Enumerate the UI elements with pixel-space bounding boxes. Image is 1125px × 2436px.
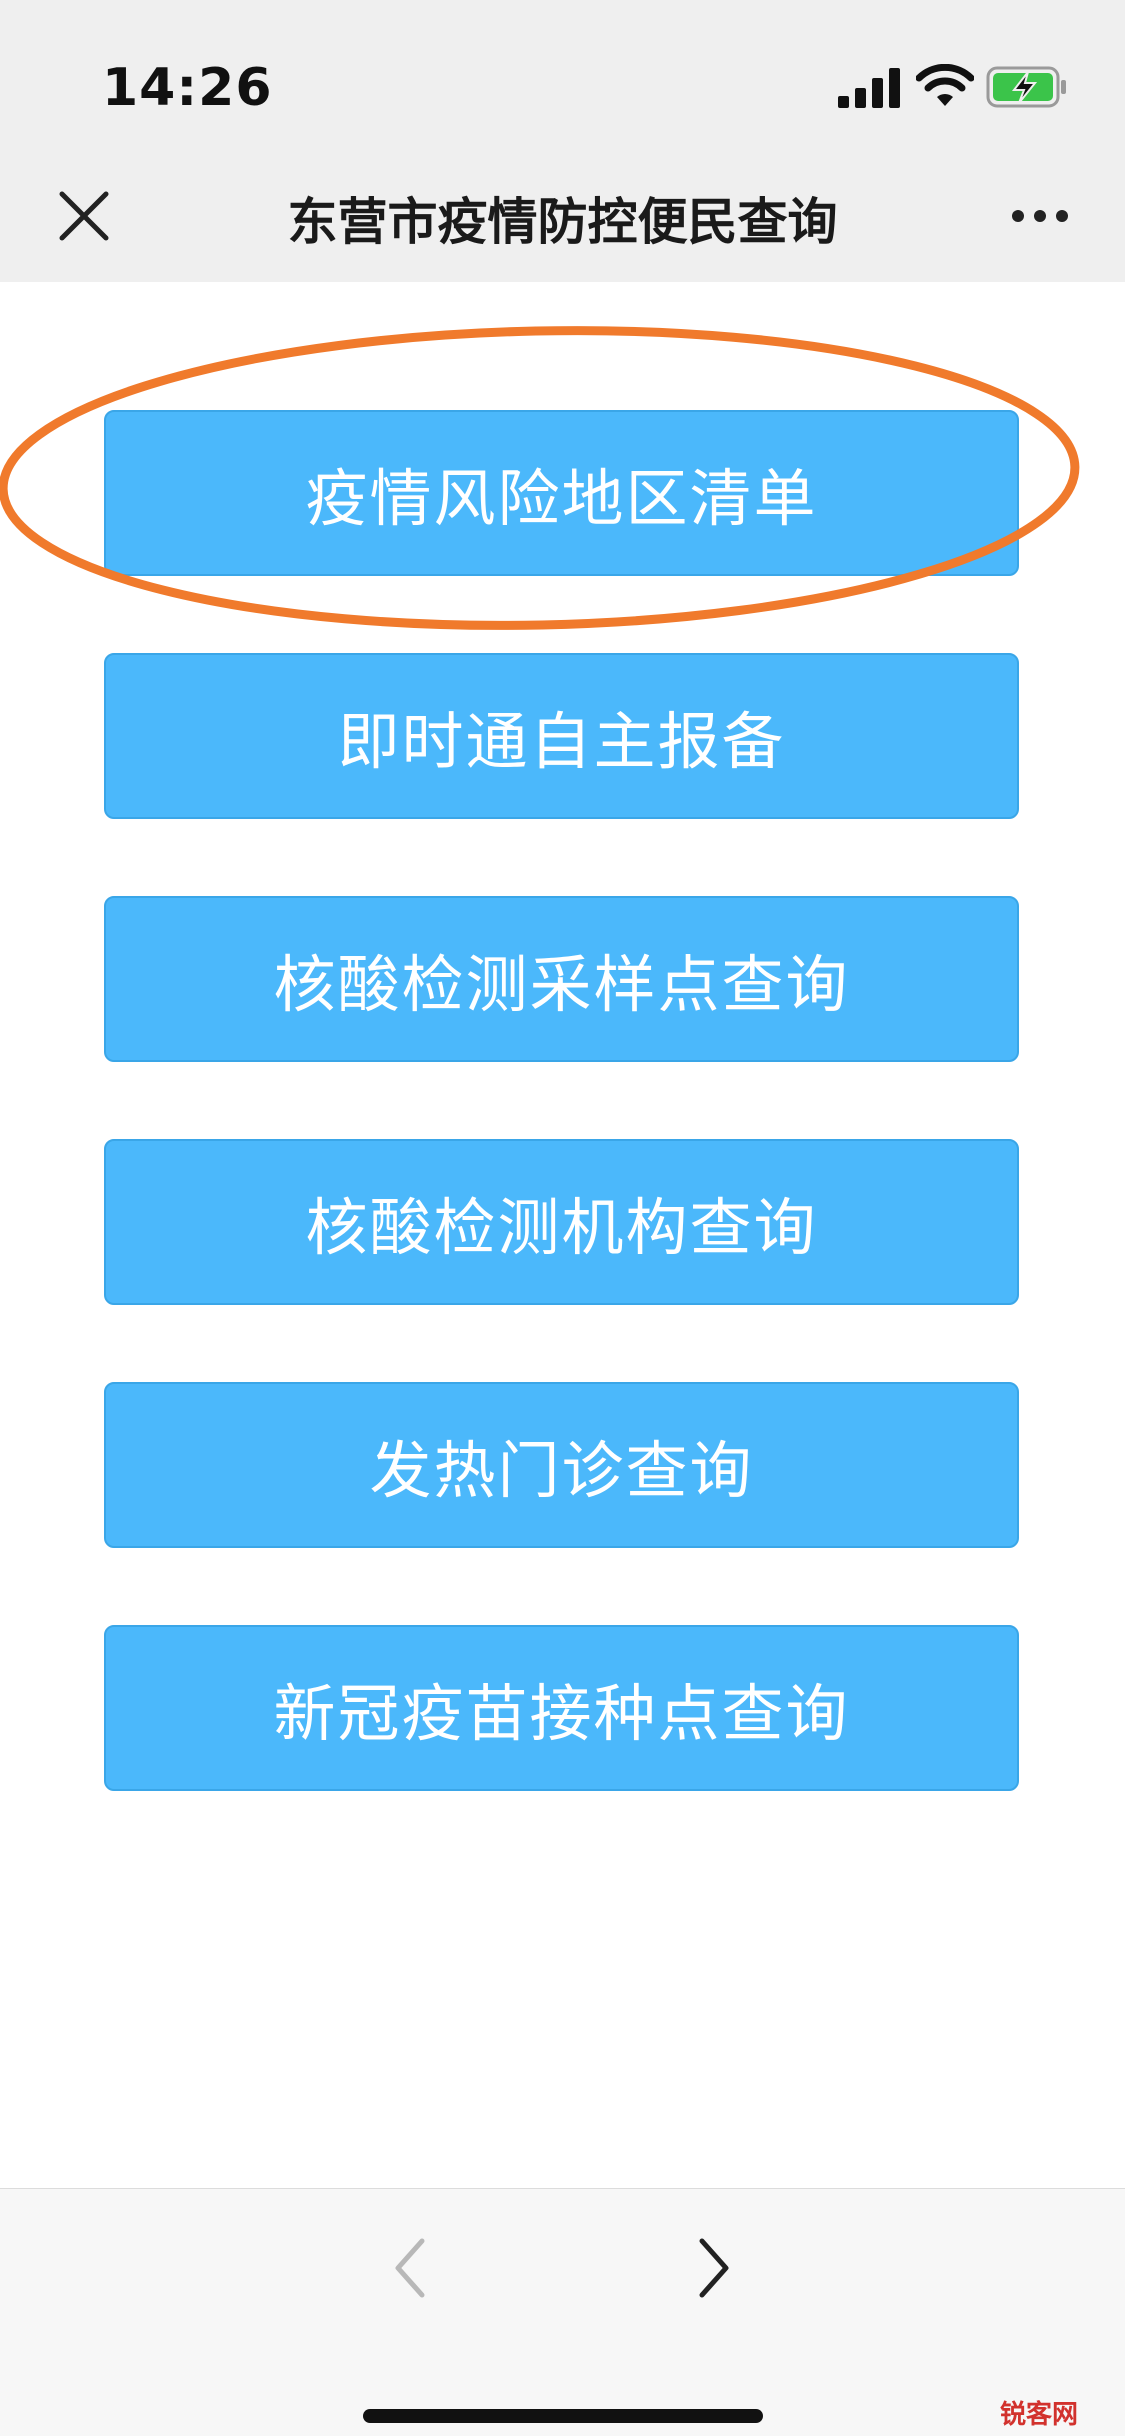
risk-area-list-button[interactable]: 疫情风险地区清单	[104, 410, 1019, 576]
bottom-toolbar	[0, 2188, 1125, 2436]
nucleic-acid-testing-institution-button[interactable]: 核酸检测机构查询	[104, 1139, 1019, 1305]
vaccination-site-button[interactable]: 新冠疫苗接种点查询	[104, 1625, 1019, 1791]
chevron-left-icon	[395, 2238, 425, 2298]
home-indicator	[363, 2409, 763, 2423]
chevron-right-icon[interactable]	[694, 2235, 734, 2301]
instant-self-report-button[interactable]: 即时通自主报备	[104, 653, 1019, 819]
watermark-logo: 锐客网	[1000, 2400, 1079, 2430]
wifi-icon	[916, 64, 974, 106]
content-area: 疫情风险地区清单 即时通自主报备 核酸检测采样点查询 核酸检测机构查询 发热门诊…	[0, 282, 1125, 2188]
cellular-signal-icon	[838, 68, 900, 108]
nucleic-acid-sampling-point-button[interactable]: 核酸检测采样点查询	[104, 896, 1019, 1062]
close-icon[interactable]	[56, 188, 112, 244]
status-time: 14:26	[102, 58, 273, 118]
top-area: 14:26 东营市疫情防控便民查询	[0, 0, 1125, 282]
page-title: 东营市疫情防控便民查询	[287, 193, 838, 251]
more-icon[interactable]	[1010, 206, 1070, 226]
page: 14:26 东营市疫情防控便民查询 疫情风险地区清单 即时通自主报备 核酸检测采…	[0, 0, 1125, 2436]
battery-charging-icon	[986, 66, 1066, 108]
fever-clinic-button[interactable]: 发热门诊查询	[104, 1382, 1019, 1548]
